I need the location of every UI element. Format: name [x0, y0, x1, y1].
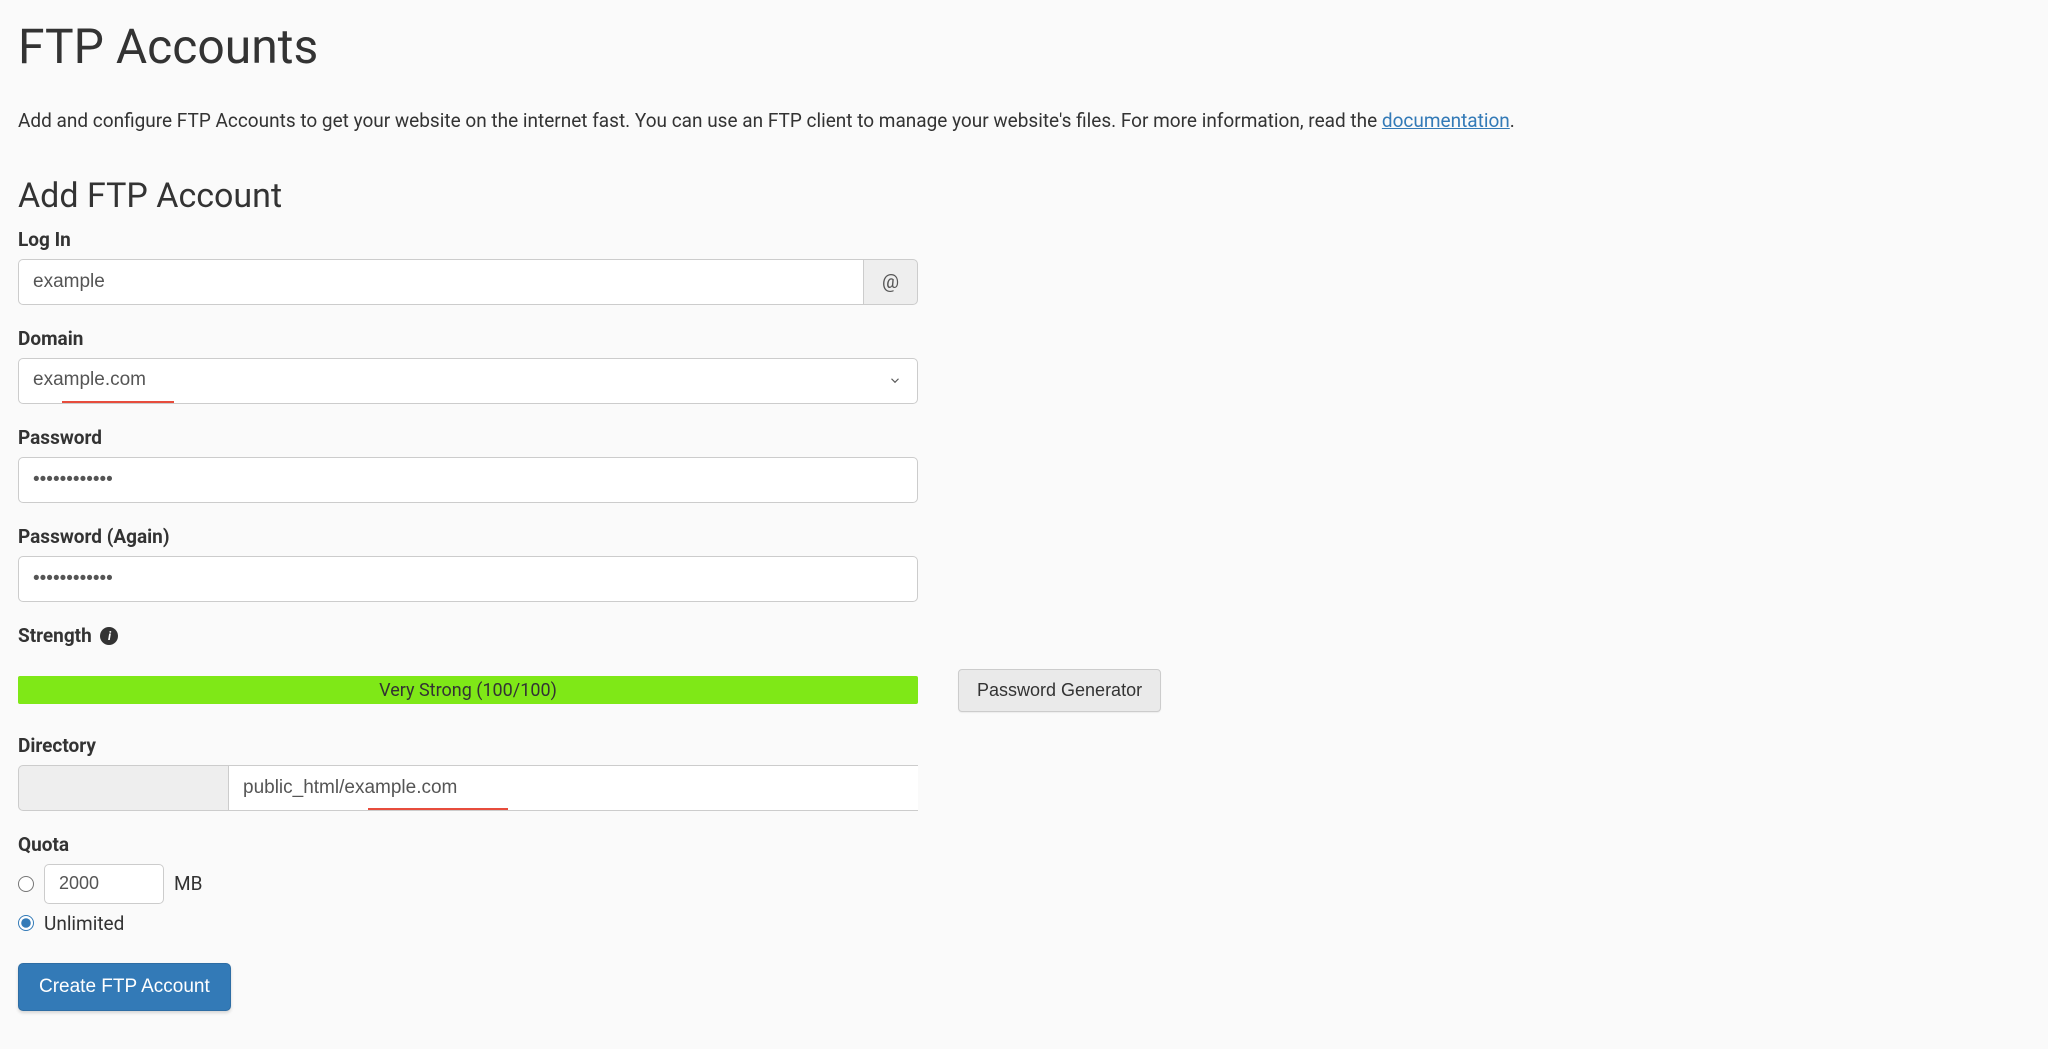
strength-text: Very Strong (100/100): [379, 680, 557, 701]
quota-unlimited-radio[interactable]: [18, 915, 34, 931]
login-group: Log In @: [18, 228, 918, 305]
quota-unit: MB: [174, 872, 202, 895]
at-addon: @: [863, 259, 918, 305]
login-label: Log In: [18, 228, 918, 251]
create-ftp-account-button[interactable]: Create FTP Account: [18, 963, 231, 1011]
intro-suffix: .: [1510, 109, 1515, 132]
unlimited-label: Unlimited: [44, 912, 124, 935]
info-icon[interactable]: i: [100, 627, 118, 645]
quota-group: Quota MB Unlimited: [18, 833, 918, 935]
password-again-label: Password (Again): [18, 525, 918, 548]
quota-value-input[interactable]: [44, 864, 164, 904]
directory-input[interactable]: [228, 765, 918, 811]
intro-text: Add and configure FTP Accounts to get yo…: [18, 107, 2030, 136]
intro-body: Add and configure FTP Accounts to get yo…: [18, 109, 1382, 132]
domain-group: Domain example.com: [18, 327, 918, 404]
directory-group: Directory: [18, 734, 918, 811]
directory-label: Directory: [18, 734, 918, 757]
quota-limited-radio[interactable]: [18, 876, 34, 892]
documentation-link[interactable]: documentation: [1382, 109, 1510, 132]
strength-row: Very Strong (100/100) Password Generator: [18, 669, 2030, 712]
password-input[interactable]: [18, 457, 918, 503]
strength-label: Strength i: [18, 624, 918, 647]
password-group: Password: [18, 426, 918, 503]
strength-meter: Very Strong (100/100): [18, 676, 918, 704]
page-title: FTP Accounts: [18, 18, 2030, 75]
password-label: Password: [18, 426, 918, 449]
password-again-input[interactable]: [18, 556, 918, 602]
password-again-group: Password (Again): [18, 525, 918, 602]
domain-label: Domain: [18, 327, 918, 350]
quota-label: Quota: [18, 833, 918, 856]
login-input[interactable]: [18, 259, 863, 305]
password-generator-button[interactable]: Password Generator: [958, 669, 1161, 712]
section-title: Add FTP Account: [18, 176, 2030, 216]
directory-prefix: [18, 765, 228, 811]
strength-group: Strength i: [18, 624, 918, 647]
domain-select[interactable]: example.com: [18, 358, 918, 404]
